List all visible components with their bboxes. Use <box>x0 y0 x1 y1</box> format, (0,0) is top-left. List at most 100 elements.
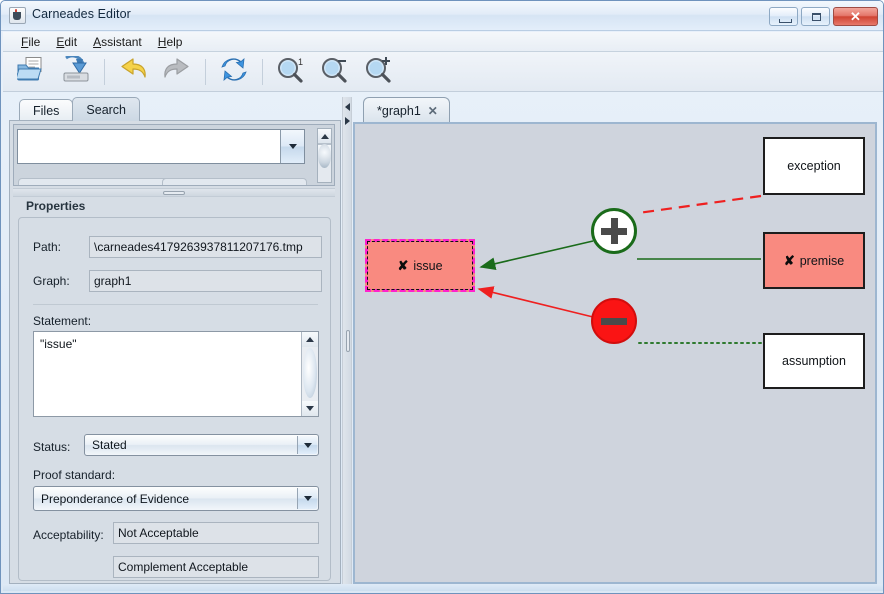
chevron-down-icon <box>303 496 312 501</box>
zoom-out-button[interactable] <box>314 54 356 90</box>
svg-text:1: 1 <box>298 57 303 67</box>
edge-pro-to-issue <box>479 240 594 270</box>
graph-canvas[interactable]: ✘ issue ✘ premise exception assumption <box>355 124 875 582</box>
tab-files-label: Files <box>33 103 60 118</box>
undo-button[interactable] <box>112 54 154 90</box>
search-results-list-edge-2 <box>162 178 307 185</box>
graph-node-pro-argument[interactable] <box>591 208 637 254</box>
acceptability-value: Not Acceptable <box>113 522 319 544</box>
properties-title: Properties <box>26 199 86 213</box>
search-combo[interactable] <box>17 129 305 164</box>
chevron-down-icon <box>303 442 312 448</box>
status-select[interactable]: Stated <box>84 434 319 456</box>
toolbar-separator-2 <box>205 58 206 85</box>
statement-scroll-down[interactable] <box>302 401 318 416</box>
graph-node-premise[interactable]: ✘ premise <box>763 232 865 289</box>
zoom-actual-button[interactable]: 1 <box>270 54 312 90</box>
open-folder-icon <box>15 56 47 87</box>
java-cup-icon <box>9 7 26 24</box>
vertical-split-grip[interactable] <box>346 329 350 352</box>
tab-files[interactable]: Files <box>19 99 74 121</box>
path-row: Path: \carneades4179263937811207176.tmp <box>33 236 322 258</box>
rejected-mark-icon: ✘ <box>783 252 795 268</box>
carneades-editor-window: Carneades Editor ✕ File Edit Assistant H… <box>0 0 884 594</box>
scrollbar-thumb[interactable] <box>318 144 331 168</box>
graph-canvas-frame: ✘ issue ✘ premise exception assumption <box>353 122 877 584</box>
graph-node-assumption[interactable]: assumption <box>763 333 865 389</box>
left-tab-strip: Files Search <box>19 97 141 121</box>
toolbar-separator-3 <box>262 58 263 85</box>
menu-bar: File Edit Assistant Help <box>3 32 883 52</box>
search-results-scrollbar[interactable] <box>317 128 332 183</box>
proof-standard-select[interactable]: Preponderance of Evidence <box>33 486 319 511</box>
search-area <box>13 124 335 186</box>
statement-scroll-up[interactable] <box>302 332 318 347</box>
refresh-icon <box>219 56 249 87</box>
graph-node-issue[interactable]: ✘ issue <box>365 239 475 292</box>
refresh-button[interactable] <box>213 54 255 90</box>
redo-arrow-icon <box>161 57 193 86</box>
zoom-in-button[interactable] <box>358 54 400 90</box>
graph-node-exception[interactable]: exception <box>763 137 865 195</box>
save-disk-icon <box>61 54 91 87</box>
minimize-button[interactable] <box>769 7 798 26</box>
horizontal-split-divider[interactable] <box>13 188 335 197</box>
properties-divider <box>33 304 318 305</box>
vertical-split-divider[interactable] <box>342 97 352 584</box>
statement-textarea[interactable]: "issue" <box>33 331 319 417</box>
graph-node-issue-label: issue <box>413 258 443 273</box>
acceptability-label: Acceptability: <box>33 528 104 542</box>
menu-assistant[interactable]: Assistant <box>85 33 150 51</box>
status-select-arrow[interactable] <box>297 436 317 454</box>
statement-scrollbar[interactable] <box>301 332 318 416</box>
collapse-left-arrow-icon[interactable] <box>345 103 350 111</box>
menu-help-rest: elp <box>166 34 183 49</box>
zoom-one-to-one-icon: 1 <box>275 56 307 87</box>
maximize-button[interactable] <box>801 7 830 26</box>
tab-search[interactable]: Search <box>72 97 141 121</box>
properties-section: Properties Path: \carneades4179263937811… <box>18 199 331 581</box>
save-button[interactable] <box>55 54 97 90</box>
tab-graph1[interactable]: *graph1 ✕ <box>363 97 450 123</box>
open-button[interactable] <box>11 54 53 90</box>
graph-node-premise-label: premise <box>799 253 845 268</box>
split-grip[interactable] <box>163 191 185 195</box>
graph-row: Graph: graph1 <box>33 270 322 292</box>
scroll-up-button[interactable] <box>318 129 331 144</box>
arrow-up-icon <box>320 133 329 139</box>
graph-node-con-argument[interactable] <box>591 298 637 344</box>
window-title: Carneades Editor <box>32 7 131 21</box>
graph-value: graph1 <box>89 270 322 292</box>
statement-scroll-thumb[interactable] <box>303 348 317 398</box>
menu-file[interactable]: File <box>13 33 48 51</box>
zoom-in-icon <box>363 56 395 87</box>
path-value: \carneades4179263937811207176.tmp <box>89 236 322 258</box>
search-input[interactable] <box>18 130 280 163</box>
rejected-mark-icon: ✘ <box>397 257 409 273</box>
graph-label: Graph: <box>33 274 70 288</box>
menu-file-rest: ile <box>28 34 41 49</box>
plus-icon-vertical-bar <box>610 218 618 244</box>
close-button[interactable]: ✕ <box>833 7 878 26</box>
proof-standard-label: Proof standard: <box>33 468 116 482</box>
menu-edit[interactable]: Edit <box>48 33 85 51</box>
left-tab-body: Properties Path: \carneades4179263937811… <box>9 120 341 584</box>
search-combo-arrow[interactable] <box>280 130 304 163</box>
right-panel: *graph1 ✕ ✘ issue ✘ premise exception as… <box>353 97 877 584</box>
toolbar: 1 <box>3 52 883 92</box>
status-label: Status: <box>33 440 71 454</box>
close-icon[interactable]: ✕ <box>428 104 438 118</box>
chevron-down-icon <box>288 144 297 149</box>
toolbar-separator-1 <box>104 58 105 85</box>
graph-tab-strip: *graph1 ✕ <box>363 97 450 123</box>
collapse-right-arrow-icon[interactable] <box>345 117 350 125</box>
minus-icon-bar <box>601 317 627 325</box>
edge-exception-to-pro <box>637 194 762 215</box>
zoom-out-icon <box>319 56 351 87</box>
graph-node-exception-label: exception <box>787 159 841 173</box>
tab-graph1-label: *graph1 <box>377 103 421 118</box>
arrow-up-icon <box>306 337 314 342</box>
menu-help[interactable]: Help <box>150 33 191 51</box>
path-label: Path: <box>33 240 62 254</box>
proof-standard-select-arrow[interactable] <box>297 488 317 509</box>
